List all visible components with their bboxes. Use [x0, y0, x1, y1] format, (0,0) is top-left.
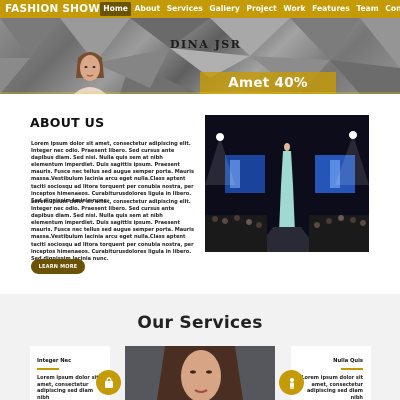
service-text: Lorem ipsum dolor sit amet, consectetur … — [37, 375, 99, 400]
service-badge-left — [96, 370, 121, 395]
services-portrait-image — [125, 346, 275, 400]
nav-menu: Home About Services Gallery Project Work… — [99, 0, 400, 18]
hero-model-image — [74, 52, 106, 94]
about-runway-image — [205, 115, 369, 252]
nav-item-gallery[interactable]: Gallery — [206, 2, 243, 16]
person-icon — [289, 377, 294, 389]
service-name: Nulla Quis — [333, 358, 363, 364]
hero-banner: DINA JSR Amet 40% — [0, 18, 400, 94]
navbar: FASHION SHOW Home About Services Gallery… — [0, 0, 400, 18]
service-card-right[interactable]: Nulla Quis Lorem ipsum dolor sit amet, c… — [291, 346, 371, 400]
promo-text: Amet 40% — [228, 75, 308, 91]
nav-item-work[interactable]: Work — [280, 2, 309, 16]
hero-bottom-strip — [0, 92, 400, 94]
nav-item-features[interactable]: Features — [309, 2, 353, 16]
service-card-left[interactable]: Integer Nec Lorem ipsum dolor sit amet, … — [30, 346, 110, 400]
nav-item-project[interactable]: Project — [243, 2, 280, 16]
learn-more-button[interactable]: LEARN MORE — [31, 259, 85, 274]
about-title: ABOUT US — [30, 115, 105, 130]
page: FASHION SHOW Home About Services Gallery… — [0, 0, 400, 400]
services-title: Our Services — [137, 313, 263, 333]
brand-logo[interactable]: FASHION SHOW — [0, 3, 100, 15]
hero-title: DINA JSR — [170, 38, 242, 51]
nav-item-about[interactable]: About — [131, 2, 163, 16]
service-text: Lorem ipsum dolor sit amet, consectetur … — [301, 375, 363, 400]
service-divider — [37, 368, 59, 370]
about-paragraph-1: Lorem ipsum dolor sit amet, consectetur … — [31, 141, 194, 204]
about-paragraph-2: Lorem ipsum dolor sit amet, consectetur … — [31, 199, 194, 262]
nav-item-team[interactable]: Team — [353, 2, 382, 16]
nav-item-services[interactable]: Services — [163, 2, 206, 16]
shopping-bag-icon — [104, 376, 113, 388]
service-badge-right — [279, 370, 304, 395]
service-name: Integer Nec — [37, 358, 72, 364]
promo-banner[interactable]: Amet 40% — [200, 72, 336, 94]
nav-item-contact[interactable]: Contact — [382, 2, 400, 16]
service-divider — [341, 368, 363, 370]
nav-item-home[interactable]: Home — [99, 2, 132, 16]
